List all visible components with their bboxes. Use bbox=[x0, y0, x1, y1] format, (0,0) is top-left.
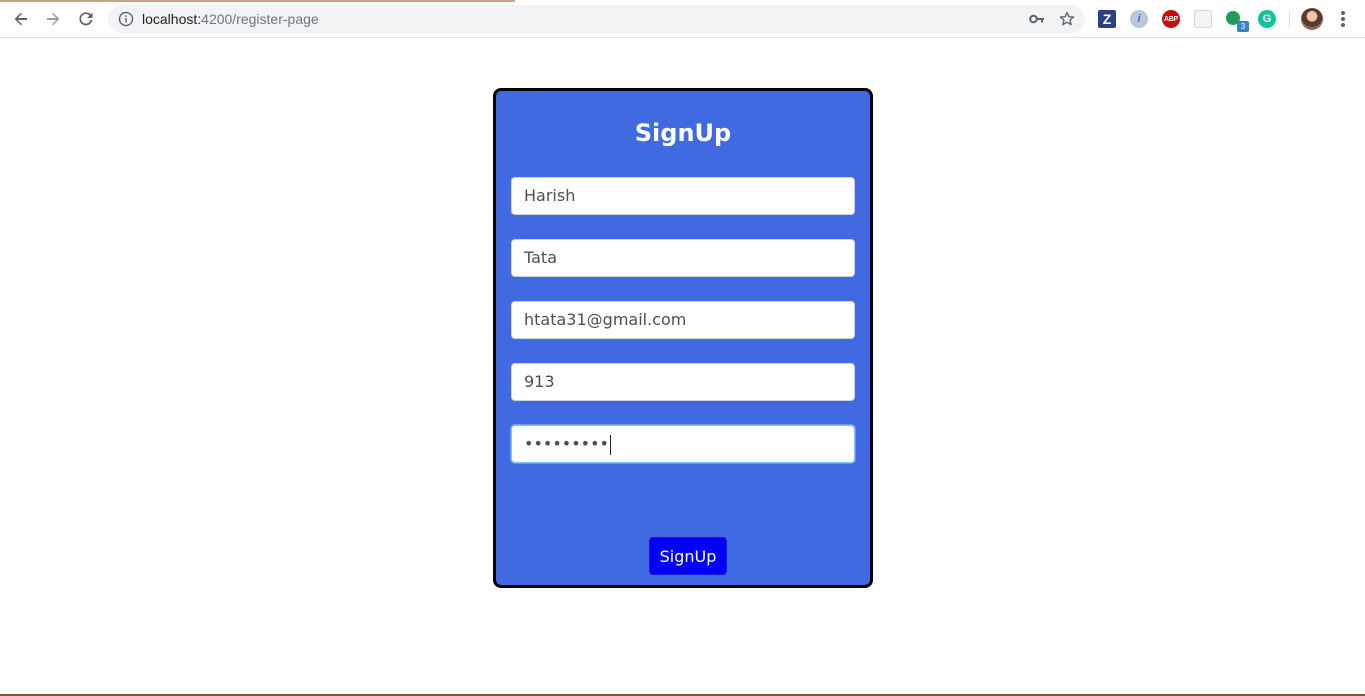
orb-extension-icon[interactable]: i bbox=[1130, 10, 1148, 28]
url-text[interactable]: localhost:4200/register-page bbox=[142, 11, 319, 27]
profile-avatar[interactable] bbox=[1301, 8, 1323, 30]
forward-button[interactable] bbox=[40, 7, 66, 31]
page-title: SignUp bbox=[634, 119, 732, 147]
last-name-input[interactable]: Tata bbox=[511, 239, 855, 277]
address-bar[interactable]: localhost:4200/register-page bbox=[108, 5, 1085, 33]
info-icon[interactable] bbox=[118, 11, 134, 27]
text-caret bbox=[609, 434, 611, 455]
adblock-extension-icon[interactable]: ABP bbox=[1162, 10, 1180, 28]
reload-icon bbox=[79, 12, 93, 26]
forward-icon bbox=[47, 12, 60, 26]
tab-loading-accent bbox=[0, 0, 515, 2]
reload-button[interactable] bbox=[73, 7, 99, 31]
first-name-input[interactable]: Harish bbox=[511, 177, 855, 215]
password-input[interactable]: ••••••••• bbox=[511, 425, 855, 463]
signup-button[interactable]: SignUp bbox=[649, 537, 727, 575]
back-button[interactable] bbox=[8, 7, 34, 31]
grammarly-extension-icon[interactable]: G bbox=[1258, 10, 1276, 28]
back-icon bbox=[14, 12, 27, 26]
extension-badge: 3 bbox=[1237, 21, 1249, 32]
password-value: ••••••••• bbox=[524, 434, 609, 453]
email-input[interactable]: htata31@gmail.com bbox=[511, 301, 855, 339]
grid-extension-icon[interactable] bbox=[1194, 10, 1212, 28]
phone-input[interactable]: 913 bbox=[511, 363, 855, 401]
url-host: localhost: bbox=[142, 11, 202, 27]
signup-card: SignUp Harish Tata htata31@gmail.com 913… bbox=[493, 88, 873, 588]
star-icon[interactable] bbox=[1059, 11, 1075, 27]
menu-icon[interactable] bbox=[1336, 11, 1350, 27]
url-path: 4200/register-page bbox=[201, 11, 319, 27]
key-icon[interactable] bbox=[1029, 12, 1045, 26]
toolbar-divider bbox=[1289, 11, 1290, 27]
browser-toolbar: localhost:4200/register-page Z i ABP 3 G bbox=[0, 0, 1365, 38]
zotero-extension-icon[interactable]: Z bbox=[1098, 10, 1116, 28]
